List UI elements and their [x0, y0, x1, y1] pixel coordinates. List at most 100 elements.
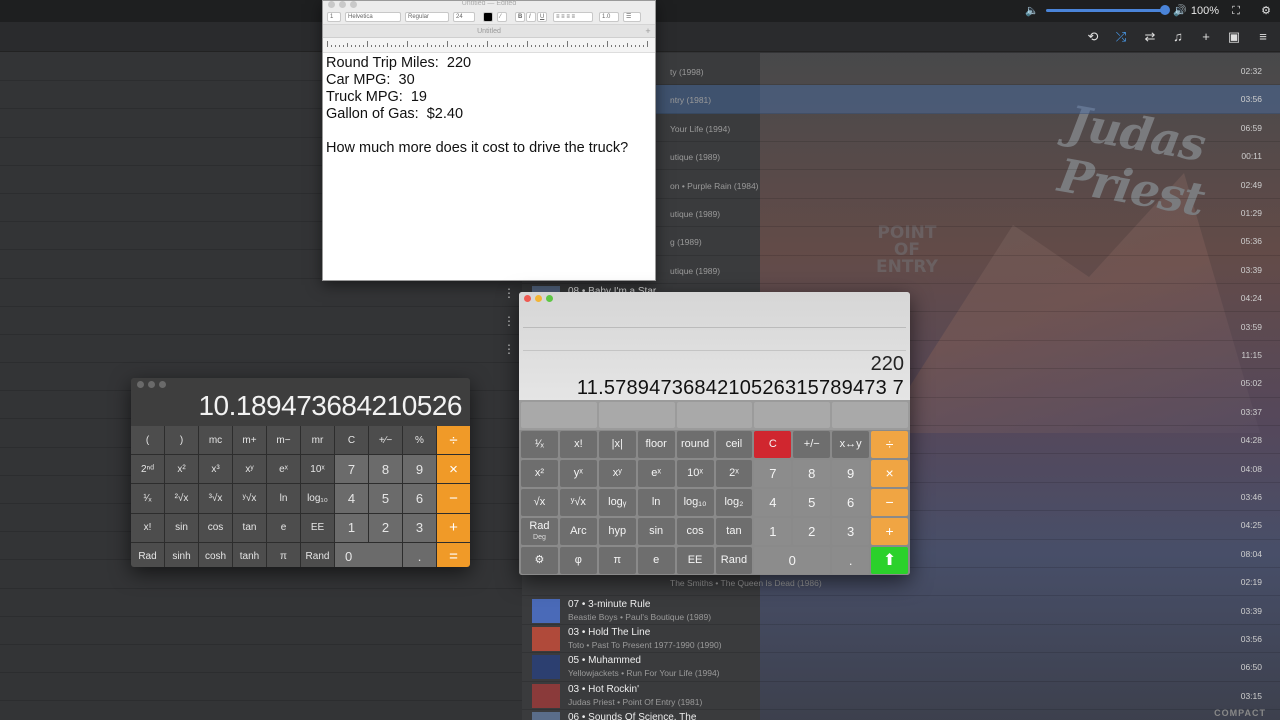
track-row[interactable]: 05 • Muhammed Yellowjackets • Run For You…: [522, 653, 1280, 682]
volume-slider[interactable]: [1046, 9, 1166, 12]
calc-key[interactable]: cos: [676, 518, 714, 545]
calc-key[interactable]: ¹⁄ₓ: [521, 431, 558, 458]
calc-key[interactable]: ÷: [871, 431, 908, 458]
calc-key[interactable]: ln: [637, 489, 675, 516]
calc-key[interactable]: log₁₀: [301, 484, 334, 513]
library-row[interactable]: [0, 307, 522, 335]
repeat-icon[interactable]: ⟲: [1082, 22, 1104, 52]
calc-key[interactable]: ²√x: [165, 484, 198, 513]
editor-ruler[interactable]: [323, 38, 655, 53]
library-row[interactable]: [0, 617, 522, 645]
calc-key[interactable]: ⬆: [871, 547, 908, 574]
line-spacing-select[interactable]: 1.0: [599, 12, 619, 22]
calc-key[interactable]: 10ˣ: [676, 460, 714, 487]
calc-key[interactable]: sinh: [165, 542, 198, 567]
calc-key[interactable]: ÷: [437, 426, 470, 455]
calc-key[interactable]: ceil: [715, 431, 753, 458]
calc-key[interactable]: 0: [335, 542, 402, 567]
minimize-icon[interactable]: [148, 381, 155, 388]
library-row[interactable]: [0, 645, 522, 674]
close-icon[interactable]: [328, 1, 335, 8]
shuffle-icon[interactable]: ⤮: [1110, 22, 1132, 52]
calc-key[interactable]: 7: [754, 460, 792, 487]
calc-key[interactable]: 7: [335, 455, 368, 484]
calc-key[interactable]: ʸ√x: [233, 484, 266, 513]
font-size-select[interactable]: 24: [453, 12, 475, 22]
calc-key[interactable]: Rad Deg: [521, 518, 558, 545]
calc-key[interactable]: hyp: [598, 518, 636, 545]
memory-slot[interactable]: [754, 402, 831, 428]
library-row[interactable]: [0, 335, 522, 364]
library-row[interactable]: [0, 279, 522, 307]
close-icon[interactable]: [137, 381, 144, 388]
calc-key[interactable]: ʸ√x: [559, 489, 597, 516]
calc-key[interactable]: 5: [369, 484, 402, 513]
calc-key[interactable]: 10ˣ: [301, 455, 334, 484]
calc-key[interactable]: 2: [793, 518, 831, 545]
editor-document[interactable]: Round Trip Miles: 220 Car MPG: 30 Truck …: [323, 53, 655, 159]
track-row[interactable]: 07 • 3-minute Rule Beastie Boys • Paul's …: [522, 597, 1280, 625]
calc-key[interactable]: xʸ: [233, 455, 266, 484]
calc-key[interactable]: x↔y: [832, 431, 870, 458]
calc-key[interactable]: 9: [832, 460, 870, 487]
calc-key[interactable]: ¹⁄ₓ: [131, 484, 164, 513]
font-family-select[interactable]: Helvetica: [345, 12, 401, 22]
calc-key[interactable]: (: [131, 426, 164, 455]
calc-key[interactable]: cosh: [199, 542, 232, 567]
calc-key[interactable]: sin: [637, 518, 675, 545]
calc-key[interactable]: 4: [754, 489, 792, 516]
calc-key[interactable]: eˣ: [267, 455, 300, 484]
track-row[interactable]: 06 • Sounds Of Science, The03:11: [522, 710, 1280, 720]
calc-key[interactable]: .: [832, 547, 870, 574]
calc-key[interactable]: tanh: [233, 542, 266, 567]
calc-key[interactable]: =: [437, 542, 470, 567]
calc-key[interactable]: 6: [403, 484, 436, 513]
highlight-color-icon[interactable]: ⁄: [497, 12, 507, 22]
calc-key[interactable]: e: [267, 513, 300, 542]
zoom-icon[interactable]: [350, 1, 357, 8]
add-icon[interactable]: +: [1195, 22, 1217, 52]
zoom-icon[interactable]: [546, 295, 553, 302]
calc-key[interactable]: Rand: [301, 542, 334, 567]
calc-key[interactable]: +/−: [793, 431, 831, 458]
calc-key[interactable]: eˣ: [637, 460, 675, 487]
calc-key[interactable]: ³√x: [199, 484, 232, 513]
clear-list-icon[interactable]: ≡: [1252, 22, 1274, 52]
calc-key[interactable]: cos: [199, 513, 232, 542]
bold-button[interactable]: B: [515, 12, 525, 22]
calc-key[interactable]: log₂: [715, 489, 753, 516]
track-row[interactable]: 03 • Hold The Line Toto • Past To Present…: [522, 625, 1280, 654]
zoom-icon[interactable]: [159, 381, 166, 388]
calc-key[interactable]: log₁₀: [676, 489, 714, 516]
calc-key[interactable]: C: [754, 431, 792, 458]
close-icon[interactable]: [524, 295, 531, 302]
calc-key[interactable]: √x: [521, 489, 558, 516]
calc-key[interactable]: x!: [131, 513, 164, 542]
calc-key[interactable]: 1: [754, 518, 792, 545]
calc-key[interactable]: logᵧ: [598, 489, 636, 516]
library-row[interactable]: [0, 589, 522, 617]
calc-key[interactable]: 3: [403, 513, 436, 542]
calc-key[interactable]: ×: [871, 460, 908, 487]
calc-key[interactable]: floor: [637, 431, 675, 458]
calc-key[interactable]: −: [437, 484, 470, 513]
volume-high-icon[interactable]: 🔊: [1172, 0, 1188, 22]
playlist-icon[interactable]: ♫: [1167, 22, 1189, 52]
text-color-swatch[interactable]: [483, 12, 493, 22]
memory-slot[interactable]: [521, 402, 597, 428]
calc-key[interactable]: e: [637, 547, 675, 574]
calc-key[interactable]: −: [871, 489, 908, 516]
calc-key[interactable]: 8: [369, 455, 402, 484]
minimize-icon[interactable]: [339, 1, 346, 8]
row-menu-icon[interactable]: ⋮: [503, 314, 515, 328]
calc-key[interactable]: tan: [715, 518, 753, 545]
memory-slot[interactable]: [598, 402, 675, 428]
editor-tab[interactable]: Untitled: [477, 28, 501, 35]
calc-key[interactable]: 3: [832, 518, 870, 545]
save-icon[interactable]: ▣: [1223, 22, 1245, 52]
settings-icon[interactable]: ⚙: [521, 547, 558, 574]
calc-key[interactable]: x³: [199, 455, 232, 484]
calc-key[interactable]: 9: [403, 455, 436, 484]
settings-icon[interactable]: ⚙: [1258, 0, 1274, 22]
calc-key[interactable]: 2: [369, 513, 402, 542]
